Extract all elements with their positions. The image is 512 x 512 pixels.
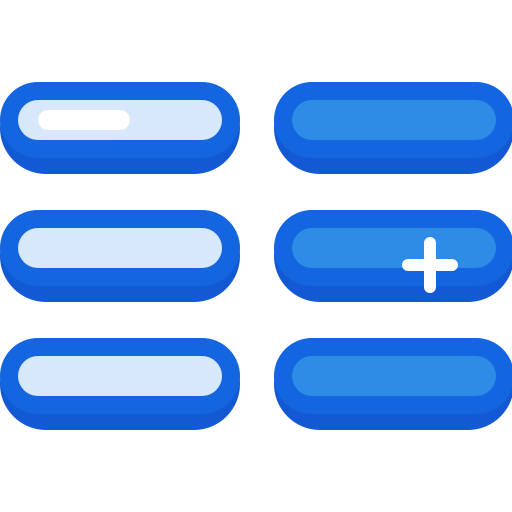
pill-fill-blue xyxy=(292,356,496,396)
pill-button-r2c2[interactable] xyxy=(274,210,512,302)
pill-fill-blue xyxy=(292,228,496,268)
pill-button-r1c2[interactable] xyxy=(274,82,512,174)
plus-bar-vertical xyxy=(424,237,436,293)
pill-button-r2c1[interactable] xyxy=(0,210,240,302)
plus-icon[interactable] xyxy=(402,237,458,293)
highlight-bar xyxy=(38,110,130,130)
pill-fill-blue xyxy=(292,100,496,140)
pill-button-r1c1[interactable] xyxy=(0,82,240,174)
pill-fill-light xyxy=(18,356,222,396)
pill-fill-light xyxy=(18,228,222,268)
pill-button-r3c2[interactable] xyxy=(274,338,512,430)
pill-fill-light xyxy=(18,100,222,140)
pill-button-r3c1[interactable] xyxy=(0,338,240,430)
